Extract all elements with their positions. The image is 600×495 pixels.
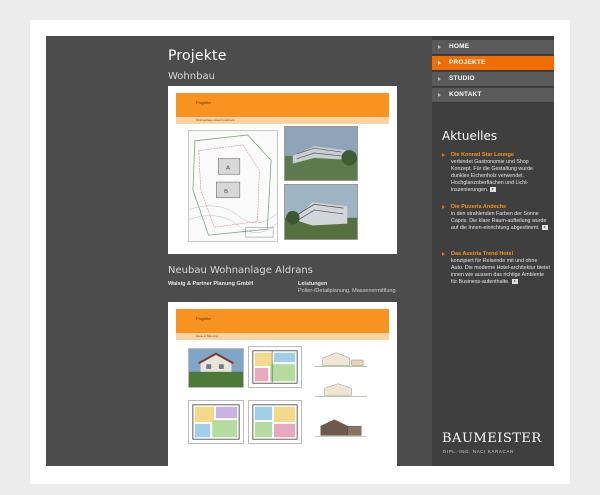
nav-label: PROJEKTE (449, 59, 486, 66)
read-more-icon[interactable] (511, 279, 518, 285)
nav-kontakt[interactable]: KONTAKT (432, 88, 554, 103)
svg-text:A: A (226, 165, 230, 171)
page-title: Projekte (168, 48, 227, 64)
floor-plan-3 (248, 400, 302, 444)
sheet-subheader-label: Wohnanlage Hotel Innsbruck (196, 118, 235, 122)
brand-subtitle: DIPL.-ING. NACI KARACAN (443, 449, 514, 454)
elevation-2 (314, 380, 368, 400)
sheet-subheader-label: Haus in Mieming (196, 334, 219, 338)
news-item: Die Pizzeria Andechs in den strahlenden … (442, 204, 550, 232)
read-more-icon[interactable] (490, 187, 497, 193)
news-item: Das Austria Trend Hotel konzipiert für R… (442, 251, 550, 286)
sidebar: HOME PROJEKTE STUDIO KONTAKT Aktuelles D… (432, 36, 554, 466)
floor-plan-2 (188, 400, 244, 444)
news-item: Die Konrad Star Lounge verbindet Gastron… (442, 152, 550, 194)
brand-logo[interactable]: BAUMEISTER (442, 431, 542, 446)
services-text: Polier-/Detailplanung, Massenermittlung (298, 288, 396, 294)
site-plan-image: A B (188, 130, 278, 242)
sheet-header-title: Projekte (196, 100, 211, 105)
services-info: Leistungen Polier-/Detailplanung, Massen… (298, 281, 408, 295)
nav-projekte[interactable]: PROJEKTE (432, 56, 554, 71)
project-sheet-2[interactable]: Projekte Haus in Mieming (168, 302, 397, 466)
main-content: Projekte Wohnbau Projekte Wohnanlage Hot… (168, 36, 398, 466)
news-bullet-icon (442, 252, 445, 256)
floor-plan-1 (248, 346, 302, 388)
nav-studio[interactable]: STUDIO (432, 72, 554, 87)
section-title-aldrans: Neubau Wohnanlage Aldrans (168, 265, 313, 276)
news-item-text: verbindet Gastronomie und Shop Konzept. … (451, 159, 533, 193)
sheet-header: Projekte (176, 309, 389, 333)
section-title-wohnbau: Wohnbau (168, 71, 215, 82)
nav-label: STUDIO (449, 75, 475, 82)
client-info: Walsig & Partner Planung GmbH (168, 281, 288, 288)
rendering-top (284, 126, 358, 181)
sheet-subheader: Haus in Mieming (176, 333, 389, 340)
nav-bullet-icon (438, 45, 441, 49)
sheet-header-title: Projekte (196, 316, 211, 321)
nav-label: KONTAKT (449, 91, 482, 98)
news-bullet-icon (442, 205, 445, 209)
news-item-title[interactable]: Die Pizzeria Andechs (451, 204, 550, 211)
client-label: Walsig & Partner Planung GmbH (168, 281, 254, 287)
nav-bullet-icon (438, 61, 441, 65)
nav-home[interactable]: HOME (432, 40, 554, 55)
elevation-3 (314, 414, 368, 442)
news-item-text: in den strahlenden Farben der Sonne Capr… (451, 211, 548, 231)
sheet-header: Projekte (176, 93, 389, 117)
nav-bullet-icon (438, 93, 441, 97)
read-more-icon[interactable] (541, 225, 548, 231)
svg-text:B: B (224, 189, 228, 195)
elevation-1 (314, 348, 368, 372)
news-bullet-icon (442, 153, 445, 157)
rendering-bottom (284, 184, 358, 240)
house-rendering (188, 348, 244, 388)
services-label: Leistungen (298, 281, 328, 287)
news-item-text: konzipiert für Reisende mit und ohne Aut… (451, 258, 550, 285)
news-heading: Aktuelles (442, 129, 498, 143)
sheet-subheader: Wohnanlage Hotel Innsbruck (176, 117, 389, 124)
nav-label: HOME (449, 43, 470, 50)
project-sheet-1[interactable]: Projekte Wohnanlage Hotel Innsbruck A B (168, 86, 397, 254)
nav-bullet-icon (438, 77, 441, 81)
news-item-title[interactable]: Das Austria Trend Hotel (451, 251, 550, 258)
website: Projekte Wohnbau Projekte Wohnanlage Hot… (46, 36, 554, 466)
news-item-title[interactable]: Die Konrad Star Lounge (451, 152, 550, 159)
